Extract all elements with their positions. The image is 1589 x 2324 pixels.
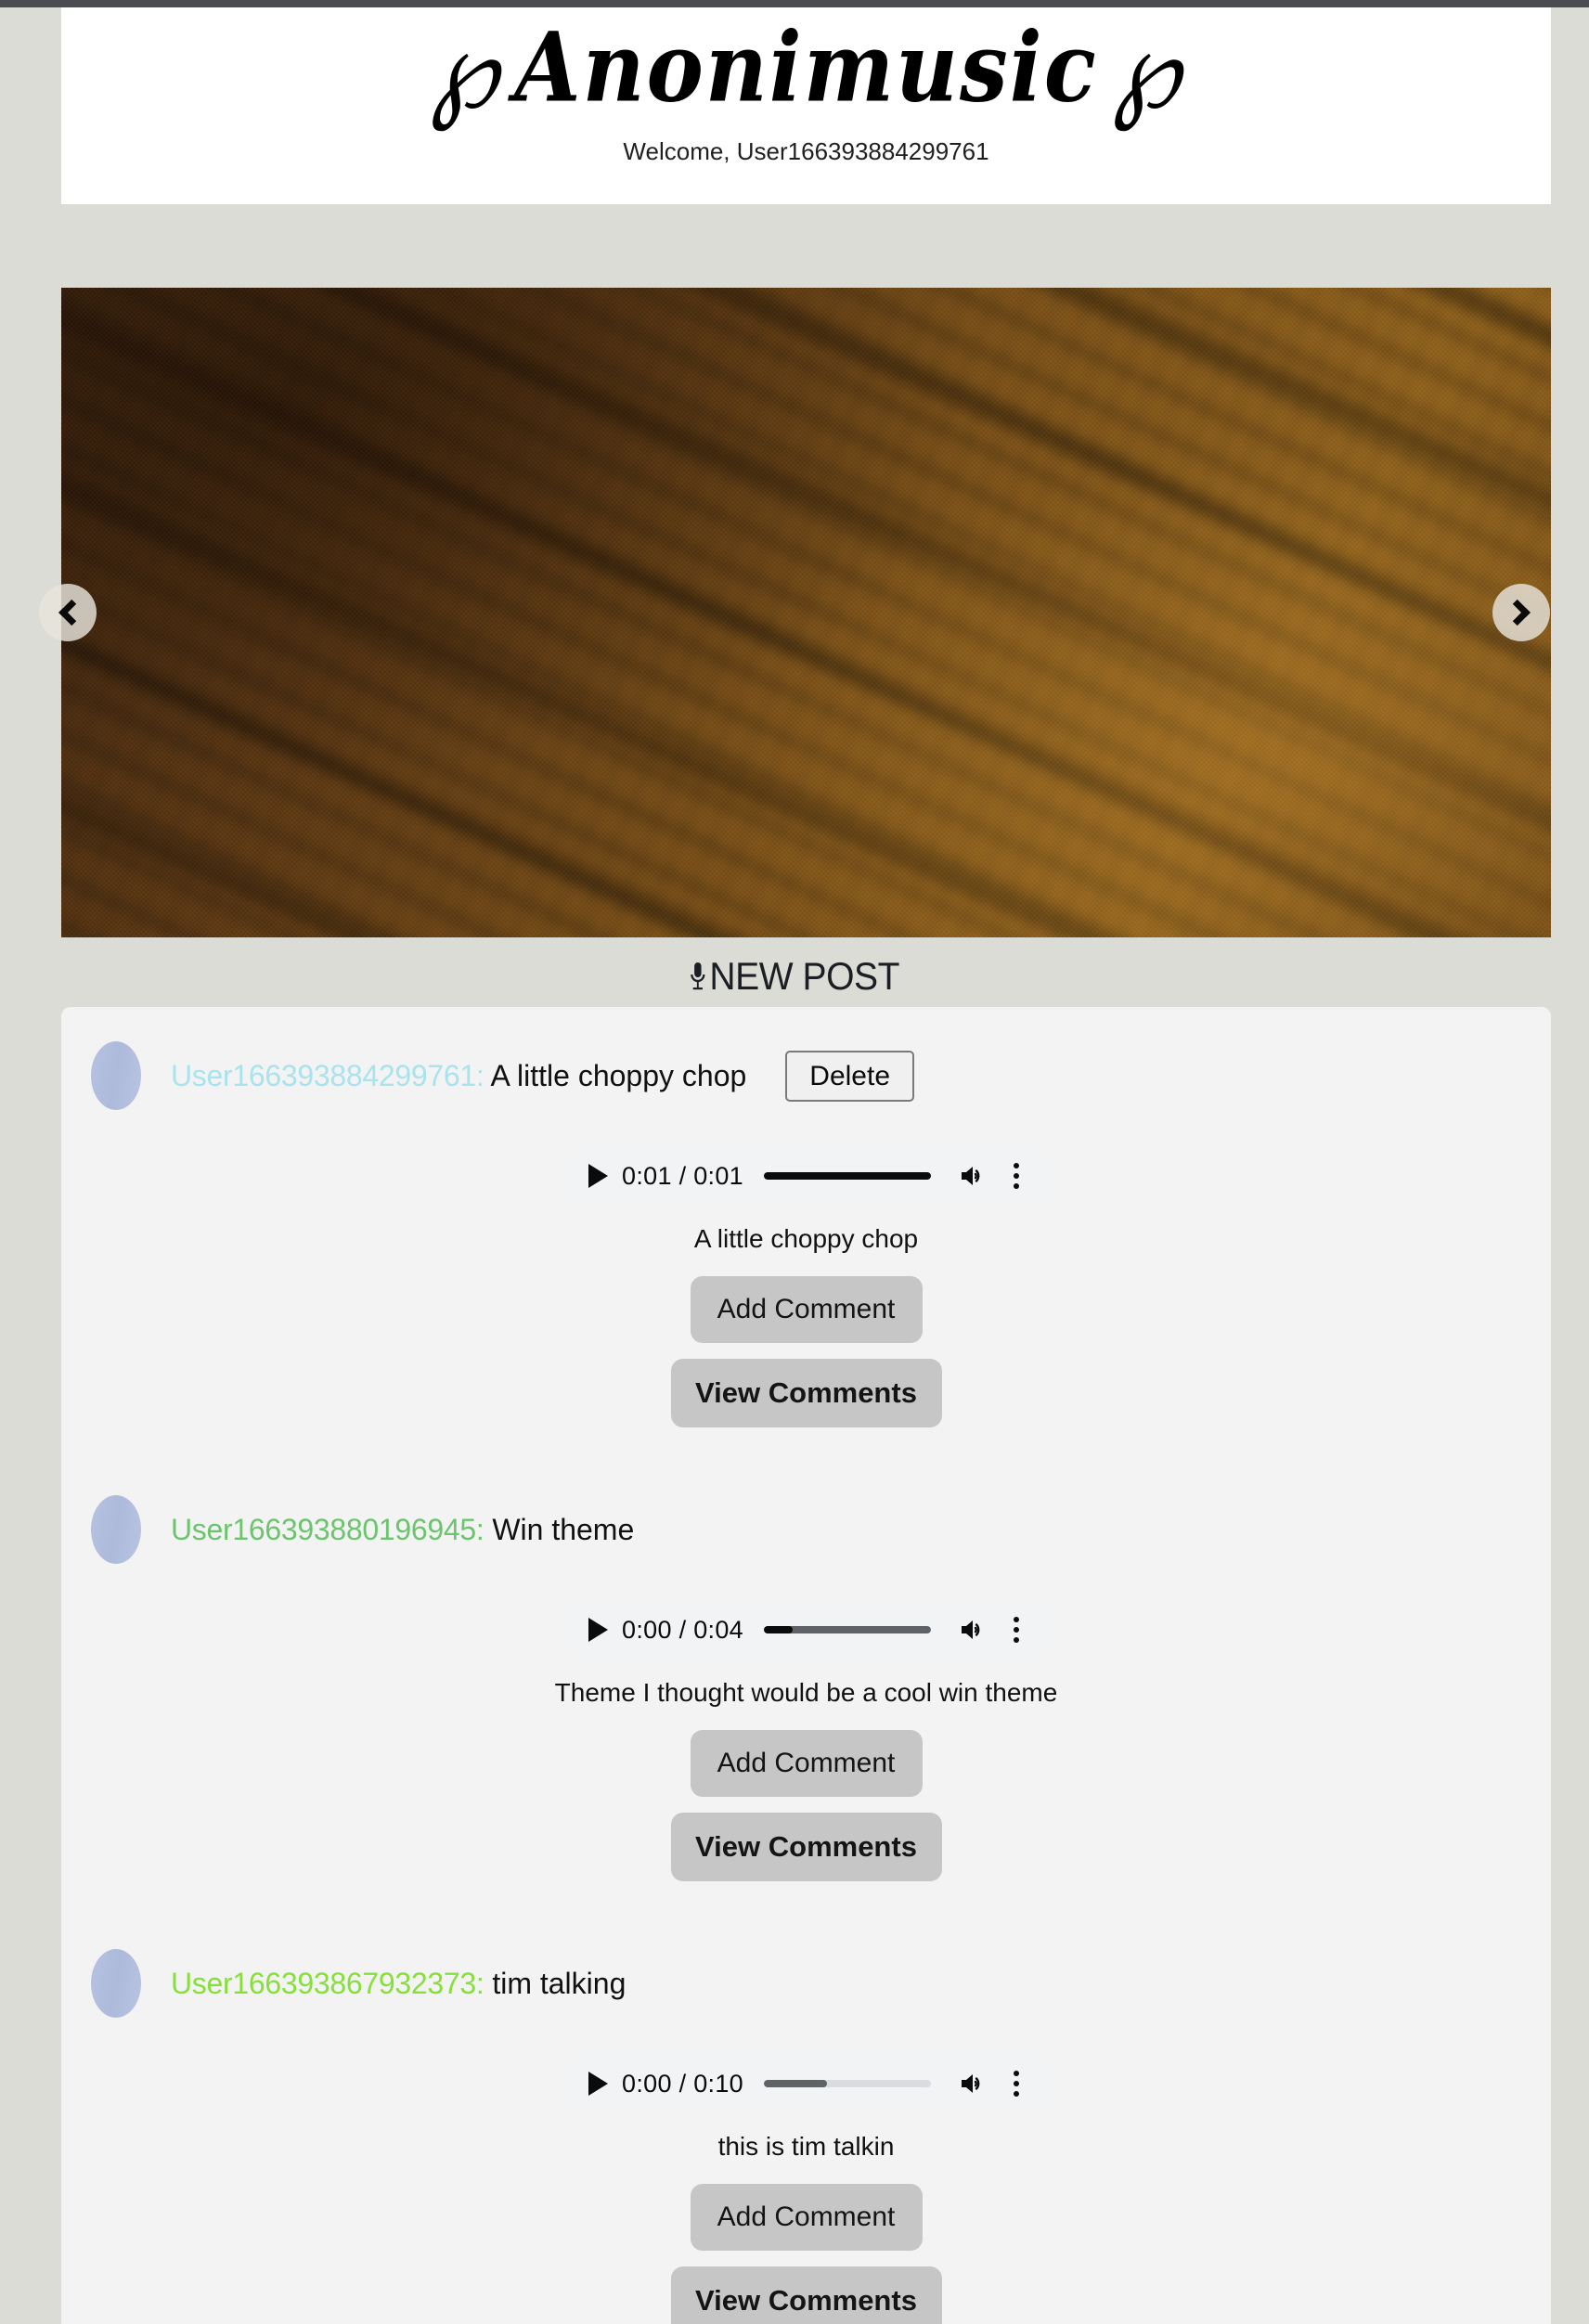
site-header: ℘ Anonimusic ℘ Welcome, User16639388429976… — [61, 7, 1551, 204]
audio-played — [763, 1626, 793, 1633]
post-title-text: A little choppy chop — [490, 1058, 747, 1092]
post-item: User166393867932373: tim talking 0:00 / … — [61, 1881, 1551, 2324]
post-header: User166393867932373: tim talking — [61, 1939, 1551, 2028]
post-title: User166393867932373: tim talking — [171, 1967, 626, 2001]
ornament-left-icon: ℘ — [430, 7, 500, 134]
more-options-icon[interactable] — [1003, 1159, 1029, 1193]
chevron-right-icon — [1504, 599, 1531, 626]
add-comment-button[interactable]: Add Comment — [690, 2184, 923, 2251]
site-title-text: Anonimusic — [514, 11, 1098, 124]
audio-buffered — [763, 2080, 828, 2087]
add-comment-button[interactable]: Add Comment — [690, 1276, 923, 1343]
avatar — [91, 1495, 141, 1564]
more-options-icon[interactable] — [1003, 2067, 1029, 2100]
play-icon — [588, 2072, 608, 2096]
audio-progress-bar[interactable] — [763, 1626, 931, 1633]
new-post-label: NEW POST — [709, 954, 899, 998]
volume-on-icon[interactable] — [957, 1159, 990, 1193]
view-comments-button[interactable]: View Comments — [670, 1359, 942, 1427]
play-button[interactable] — [579, 1611, 616, 1648]
audio-progress-bar[interactable] — [763, 2080, 931, 2087]
audio-time: 0:01 / 0:01 — [622, 1161, 743, 1190]
image-carousel — [61, 288, 1551, 937]
post-header: User166393880196945: Win theme — [61, 1485, 1551, 1574]
post-body: 0:01 / 0:01 A little choppy chop Add Com… — [61, 1120, 1551, 1427]
post-title: User166393880196945: Win theme — [171, 1513, 634, 1547]
browser-top-bar — [0, 0, 1589, 7]
post-caption: A little choppy chop — [693, 1224, 919, 1253]
play-icon — [588, 1164, 608, 1188]
audio-progress-bar[interactable] — [763, 1172, 931, 1180]
post-item: User166393880196945: Win theme 0:00 / 0:… — [61, 1427, 1551, 1881]
carousel-image — [61, 288, 1551, 937]
post-username: User166393884299761: — [171, 1058, 484, 1092]
volume-on-icon[interactable] — [957, 1613, 990, 1646]
view-comments-button[interactable]: View Comments — [670, 1813, 942, 1881]
post-username: User166393880196945: — [171, 1512, 484, 1546]
audio-player[interactable]: 0:01 / 0:01 — [559, 1146, 1053, 1206]
new-post-button[interactable]: NEW POST — [56, 954, 1533, 999]
play-button[interactable] — [579, 1157, 616, 1194]
post-body: 0:00 / 0:10 this is tim talkin Add Comme… — [61, 2028, 1551, 2324]
post-item: User166393884299761: A little choppy cho… — [61, 1007, 1551, 1427]
microphone-icon — [690, 959, 707, 996]
post-title: User166393884299761: A little choppy cho… — [171, 1059, 746, 1093]
post-caption: Theme I thought would be a cool win them… — [554, 1678, 1058, 1707]
post-header: User166393884299761: A little choppy cho… — [61, 1031, 1551, 1120]
play-button[interactable] — [579, 2065, 616, 2102]
post-caption: this is tim talkin — [717, 2132, 895, 2161]
chevron-left-icon — [58, 599, 85, 626]
add-comment-button[interactable]: Add Comment — [690, 1730, 923, 1797]
audio-player[interactable]: 0:00 / 0:10 — [559, 2054, 1053, 2113]
page-title: ℘ Anonimusic ℘ — [416, 9, 1197, 123]
ornament-right-icon: ℘ — [1112, 7, 1182, 134]
avatar — [91, 1041, 141, 1110]
post-username: User166393867932373: — [171, 1966, 484, 2000]
audio-player[interactable]: 0:00 / 0:04 — [559, 1600, 1053, 1659]
post-title-text: Win theme — [492, 1512, 635, 1546]
welcome-message: Welcome, User166393884299761 — [623, 137, 989, 165]
play-icon — [588, 1618, 608, 1642]
post-body: 0:00 / 0:04 Theme I thought would be a c… — [61, 1574, 1551, 1881]
carousel-next-button[interactable] — [1492, 584, 1550, 641]
posts-panel: User166393884299761: A little choppy cho… — [61, 1007, 1551, 2324]
more-options-icon[interactable] — [1003, 1613, 1029, 1646]
post-title-text: tim talking — [492, 1966, 627, 2000]
audio-played — [763, 1172, 931, 1180]
carousel-prev-button[interactable] — [39, 584, 97, 641]
delete-button[interactable]: Delete — [785, 1050, 914, 1102]
avatar — [91, 1949, 141, 2018]
audio-time: 0:00 / 0:04 — [622, 1615, 743, 1644]
audio-time: 0:00 / 0:10 — [622, 2069, 743, 2098]
volume-on-icon[interactable] — [957, 2067, 990, 2100]
view-comments-button[interactable]: View Comments — [670, 2266, 942, 2324]
